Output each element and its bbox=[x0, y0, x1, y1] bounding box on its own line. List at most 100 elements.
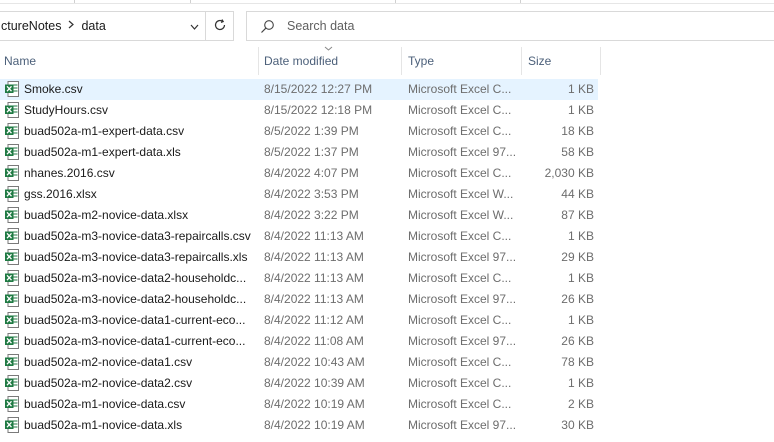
file-row[interactable]: buad502a-m3-novice-data1-current-eco... 8… bbox=[0, 331, 598, 352]
file-type: Microsoft Excel 97... bbox=[408, 250, 517, 264]
file-type: Microsoft Excel C... bbox=[408, 376, 512, 390]
file-row[interactable]: buad502a-m3-novice-data1-current-eco... 8… bbox=[0, 310, 598, 331]
excel-file-icon bbox=[5, 333, 19, 349]
file-name: nhanes.2016.csv bbox=[24, 166, 115, 180]
chevron-right-icon bbox=[68, 20, 75, 32]
file-size: 1 KB bbox=[567, 376, 594, 390]
excel-file-icon bbox=[5, 81, 19, 97]
file-size: 26 KB bbox=[561, 292, 594, 306]
file-date-modified: 8/4/2022 10:19 AM bbox=[264, 397, 365, 411]
breadcrumb: ctureNotes data bbox=[0, 19, 183, 33]
file-size: 87 KB bbox=[561, 208, 594, 222]
column-header-date-modified[interactable]: Date modified bbox=[264, 47, 338, 75]
address-bar[interactable]: ctureNotes data bbox=[0, 11, 206, 41]
search-box[interactable]: Search data bbox=[246, 11, 774, 41]
file-date-modified: 8/4/2022 10:43 AM bbox=[264, 355, 365, 369]
file-name: buad502a-m3-novice-data2-householdc... bbox=[24, 271, 247, 285]
file-type: Microsoft Excel C... bbox=[408, 229, 512, 243]
file-row[interactable]: Smoke.csv 8/15/2022 12:27 PM Microsoft Exc… bbox=[0, 79, 598, 100]
excel-file-icon bbox=[5, 165, 19, 181]
refresh-icon bbox=[213, 18, 227, 35]
file-type: Microsoft Excel C... bbox=[408, 103, 512, 117]
file-size: 30 KB bbox=[561, 418, 594, 432]
file-date-modified: 8/4/2022 10:19 AM bbox=[264, 418, 365, 432]
column-header-type[interactable]: Type bbox=[408, 47, 434, 75]
file-name: buad502a-m3-novice-data2-householdc... bbox=[24, 292, 247, 306]
excel-file-icon bbox=[5, 375, 19, 391]
file-row[interactable]: buad502a-m3-novice-data2-householdc... 8/… bbox=[0, 268, 598, 289]
file-type: Microsoft Excel C... bbox=[408, 166, 512, 180]
file-name: buad502a-m3-novice-data1-current-eco... bbox=[24, 313, 246, 327]
file-size: 1 KB bbox=[567, 82, 594, 96]
file-row[interactable]: buad502a-m1-novice-data.xls 8/4/2022 10:1… bbox=[0, 415, 598, 436]
excel-file-icon bbox=[5, 249, 19, 265]
column-header-size[interactable]: Size bbox=[528, 47, 551, 75]
file-type: Microsoft Excel W... bbox=[408, 208, 514, 222]
excel-file-icon bbox=[5, 186, 19, 202]
file-date-modified: 8/5/2022 1:39 PM bbox=[264, 124, 359, 138]
file-row[interactable]: StudyHours.csv 8/15/2022 12:18 PM Microsof… bbox=[0, 100, 598, 121]
file-size: 78 KB bbox=[561, 355, 594, 369]
file-size: 1 KB bbox=[567, 313, 594, 327]
file-size: 1 KB bbox=[567, 229, 594, 243]
file-size: 2,030 KB bbox=[544, 166, 594, 180]
file-row[interactable]: gss.2016.xlsx 8/4/2022 3:53 PM Microsoft E… bbox=[0, 184, 598, 205]
file-list: Smoke.csv 8/15/2022 12:27 PM Microsoft Exc… bbox=[0, 79, 600, 436]
toolbar-remnant bbox=[0, 0, 774, 4]
file-type: Microsoft Excel 97... bbox=[408, 292, 517, 306]
file-type: Microsoft Excel C... bbox=[408, 397, 512, 411]
excel-file-icon bbox=[5, 291, 19, 307]
file-row[interactable]: buad502a-m2-novice-data2.csv 8/4/2022 10:… bbox=[0, 373, 598, 394]
excel-file-icon bbox=[5, 123, 19, 139]
excel-file-icon bbox=[5, 207, 19, 223]
file-row[interactable]: buad502a-m1-expert-data.xls 8/5/2022 1:37… bbox=[0, 142, 598, 163]
file-date-modified: 8/15/2022 12:18 PM bbox=[264, 103, 373, 117]
breadcrumb-item-lecturenotes[interactable]: ctureNotes bbox=[1, 19, 61, 33]
refresh-button[interactable] bbox=[205, 11, 234, 41]
file-type: Microsoft Excel W... bbox=[408, 187, 514, 201]
file-row[interactable]: buad502a-m2-novice-data.xlsx 8/4/2022 3:2… bbox=[0, 205, 598, 226]
file-row[interactable]: buad502a-m2-novice-data1.csv 8/4/2022 10:… bbox=[0, 352, 598, 373]
search-input[interactable]: Search data bbox=[287, 19, 354, 33]
file-name: buad502a-m3-novice-data3-repaircalls.xls bbox=[24, 250, 248, 264]
file-size: 26 KB bbox=[561, 334, 594, 348]
excel-file-icon bbox=[5, 270, 19, 286]
file-date-modified: 8/4/2022 3:22 PM bbox=[264, 208, 359, 222]
file-size: 1 KB bbox=[567, 271, 594, 285]
column-divider[interactable] bbox=[600, 47, 601, 75]
file-type: Microsoft Excel C... bbox=[408, 271, 512, 285]
file-row[interactable]: nhanes.2016.csv 8/4/2022 4:07 PM Microsoft… bbox=[0, 163, 598, 184]
file-row[interactable]: buad502a-m3-novice-data3-repaircalls.xls… bbox=[0, 247, 598, 268]
file-row[interactable]: buad502a-m1-novice-data.csv 8/4/2022 10:1… bbox=[0, 394, 598, 415]
address-dropdown-button[interactable] bbox=[183, 12, 205, 40]
file-size: 44 KB bbox=[561, 187, 594, 201]
file-date-modified: 8/4/2022 11:13 AM bbox=[264, 229, 364, 243]
file-name: gss.2016.xlsx bbox=[24, 187, 97, 201]
file-name: buad502a-m1-novice-data.xls bbox=[24, 418, 183, 432]
file-type: Microsoft Excel 97... bbox=[408, 145, 517, 159]
file-name: buad502a-m1-expert-data.csv bbox=[24, 124, 185, 138]
file-name: buad502a-m2-novice-data1.csv bbox=[24, 355, 193, 369]
file-name: Smoke.csv bbox=[24, 82, 83, 96]
file-date-modified: 8/4/2022 11:13 AM bbox=[264, 250, 364, 264]
column-divider[interactable] bbox=[401, 47, 402, 75]
breadcrumb-item-data[interactable]: data bbox=[81, 19, 105, 33]
file-size: 29 KB bbox=[561, 250, 594, 264]
column-divider[interactable] bbox=[258, 47, 259, 75]
file-size: 2 KB bbox=[567, 397, 594, 411]
column-divider[interactable] bbox=[521, 47, 522, 75]
chevron-down-icon bbox=[190, 19, 199, 33]
column-header-name[interactable]: Name bbox=[4, 47, 36, 75]
excel-file-icon bbox=[5, 312, 19, 328]
file-type: Microsoft Excel 97... bbox=[408, 334, 517, 348]
file-row[interactable]: buad502a-m3-novice-data2-householdc... 8/… bbox=[0, 289, 598, 310]
file-type: Microsoft Excel C... bbox=[408, 124, 512, 138]
file-row[interactable]: buad502a-m3-novice-data3-repaircalls.csv… bbox=[0, 226, 598, 247]
file-row[interactable]: buad502a-m1-expert-data.csv 8/5/2022 1:39… bbox=[0, 121, 598, 142]
file-type: Microsoft Excel C... bbox=[408, 313, 512, 327]
file-size: 58 KB bbox=[561, 145, 594, 159]
column-header-row: Name Date modified Type Size bbox=[0, 46, 601, 75]
file-name: buad502a-m3-novice-data3-repaircalls.csv bbox=[24, 229, 251, 243]
excel-file-icon bbox=[5, 354, 19, 370]
excel-file-icon bbox=[5, 396, 19, 412]
